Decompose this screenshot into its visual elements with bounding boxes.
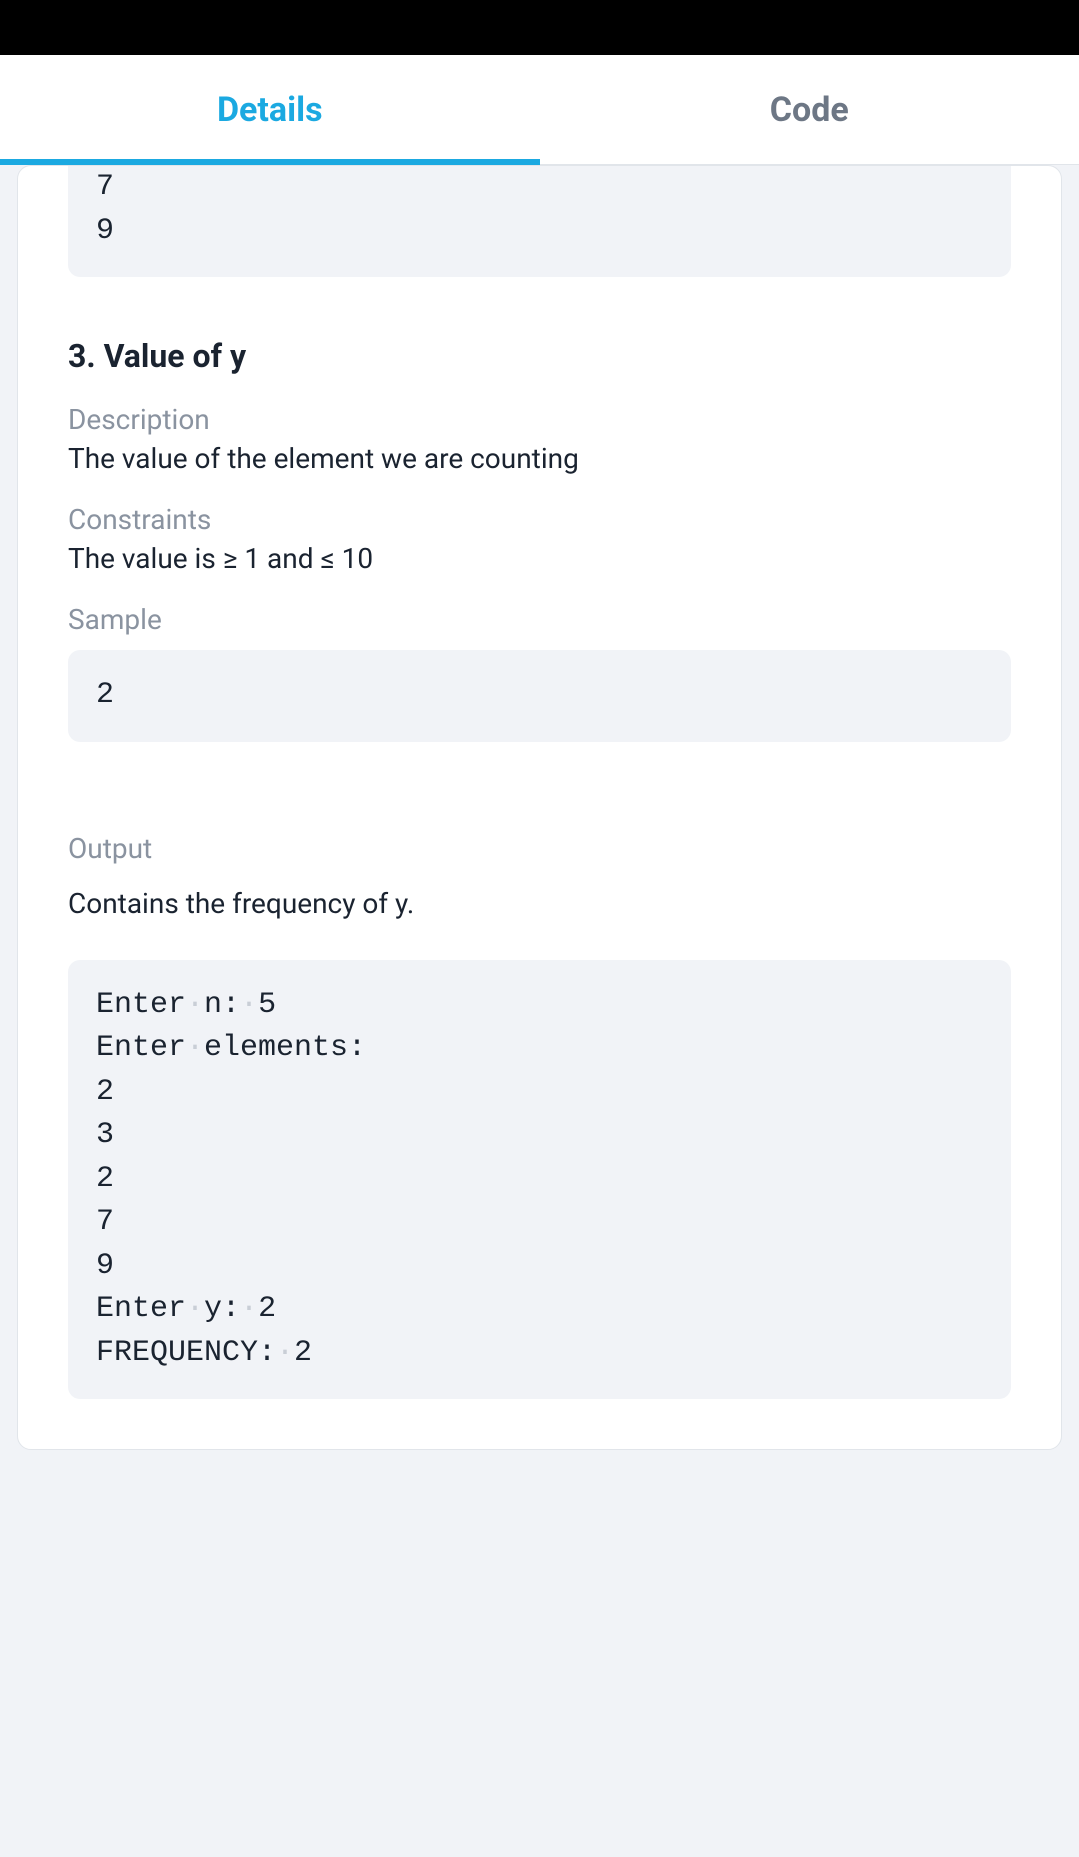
tabs-bar: Details Code xyxy=(0,55,1079,165)
section3-desc-label: Description xyxy=(68,403,1011,436)
top-sample-text: 7 9 xyxy=(96,170,114,248)
section3-constraints-text: The value is ≥ 1 and ≤ 10 xyxy=(68,542,1011,575)
top-sample-block: 7 9 xyxy=(68,166,1011,277)
section3-desc-text: The value of the element we are counting xyxy=(68,442,1011,475)
output-label: Output xyxy=(68,832,1011,865)
section3-sample-value: 2 xyxy=(96,678,114,712)
output-sample-block: Enter·n:·5 Enter·elements: 2 3 2 7 9 Ent… xyxy=(68,960,1011,1400)
section3-heading: 3. Value of y xyxy=(68,337,1011,375)
section3-sample-label: Sample xyxy=(68,603,1011,636)
tab-code-label: Code xyxy=(770,90,849,130)
tab-code[interactable]: Code xyxy=(540,55,1079,164)
section3-constraints-label: Constraints xyxy=(68,503,1011,536)
tab-details[interactable]: Details xyxy=(0,55,540,164)
status-bar xyxy=(0,0,1079,55)
section3-sample-block: 2 xyxy=(68,650,1011,742)
tab-details-label: Details xyxy=(217,90,323,130)
output-desc: Contains the frequency of y. xyxy=(68,887,1011,920)
page-wrap: 7 9 3. Value of y Description The value … xyxy=(0,165,1079,1450)
details-card: 7 9 3. Value of y Description The value … xyxy=(17,165,1062,1450)
